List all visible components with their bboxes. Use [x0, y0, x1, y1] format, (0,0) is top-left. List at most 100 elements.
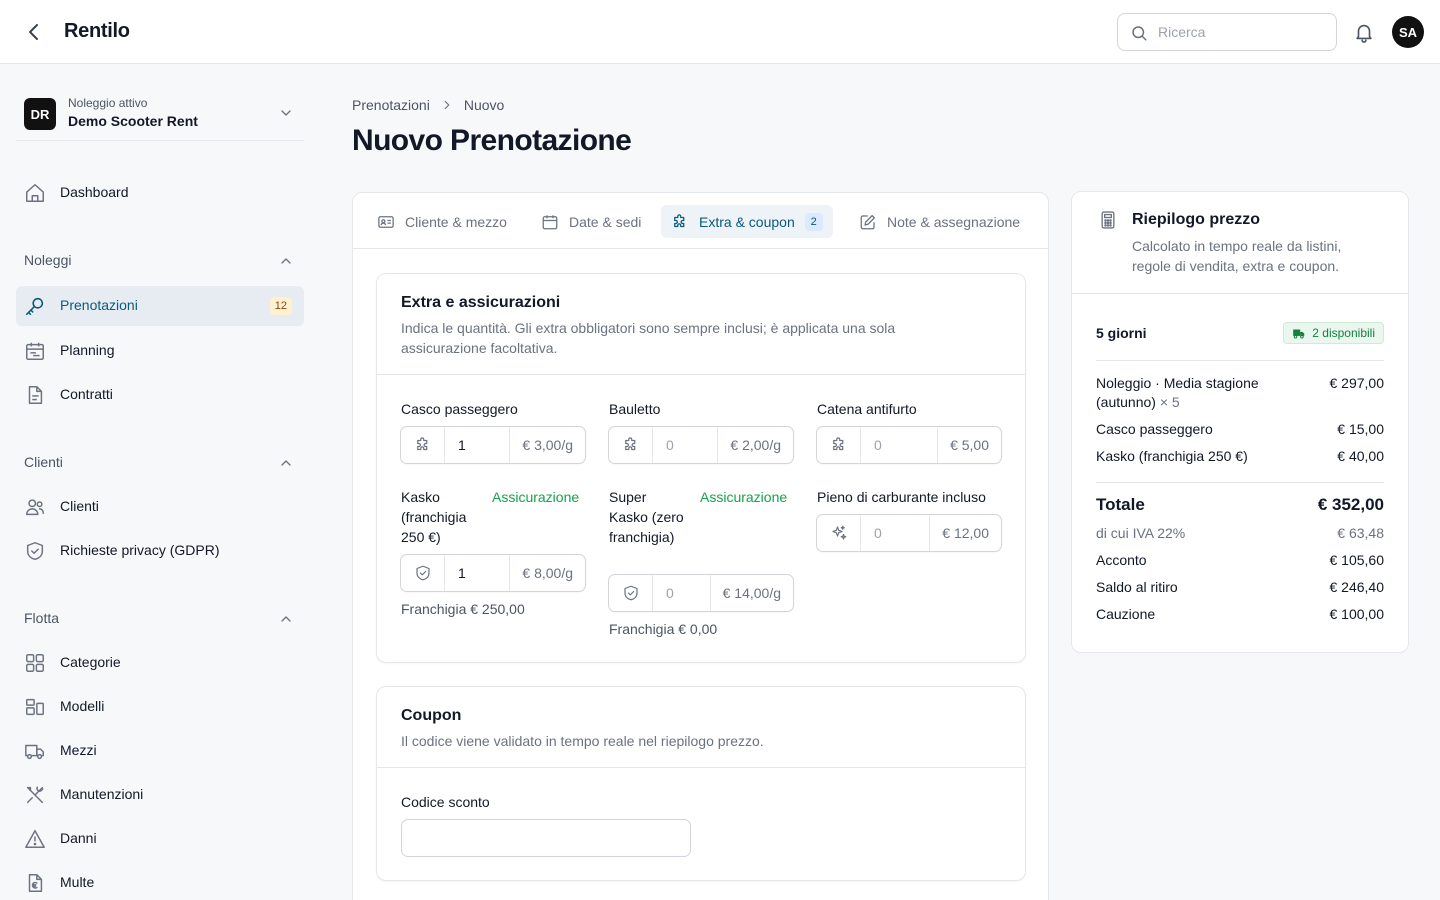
extra-quantity-kasko: € 8,00/g	[400, 554, 586, 592]
extra-label: Pieno di carburante incluso	[817, 489, 986, 505]
key-icon	[24, 295, 46, 317]
count-badge: 12	[269, 297, 292, 315]
tab-label: Cliente & mezzo	[405, 213, 507, 230]
extras-card-header: Extra e assicurazioni Indica le quantità…	[377, 274, 1025, 375]
sidebar-item-privacy[interactable]: Richieste privacy (GDPR)	[16, 531, 304, 571]
summary-description: Calcolato in tempo reale da listini, reg…	[1132, 238, 1342, 274]
deposit-label: Acconto	[1096, 552, 1147, 568]
sidebar-item-clienti[interactable]: Clienti	[16, 487, 304, 527]
back-arrow-icon[interactable]	[22, 20, 46, 44]
calendar-chart-icon	[24, 340, 46, 362]
line-multiplier: × 5	[1159, 394, 1180, 410]
tab-note-assegnazione[interactable]: Note & assegnazione	[849, 205, 1030, 238]
sidebar-item-prenotazioni[interactable]: Prenotazioni 12	[16, 286, 304, 326]
sidebar-item-categorie[interactable]: Categorie	[16, 643, 304, 683]
extra-price: € 5,00	[937, 427, 1001, 463]
breadcrumb-current: Nuovo	[463, 97, 505, 113]
rental-days: 5 giorni	[1096, 325, 1147, 341]
shield-icon	[609, 575, 653, 611]
quantity-input[interactable]	[446, 555, 502, 591]
sidebar-item-multe[interactable]: Multe	[16, 863, 304, 900]
quantity-input[interactable]	[654, 575, 704, 611]
extras-description: Indica le quantità. Gli extra obbligator…	[401, 320, 896, 356]
tenant-switcher[interactable]: DR Noleggio attivo Demo Scooter Rent	[16, 77, 304, 141]
notifications-bell-icon[interactable]	[1353, 21, 1375, 43]
price-summary-card: Riepilogo prezzo Calcolato in tempo real…	[1071, 191, 1409, 653]
summary-title: Riepilogo prezzo	[1132, 211, 1260, 228]
sidebar-item-planning[interactable]: Planning	[16, 331, 304, 371]
extra-quantity-bauletto: € 2,00/g	[608, 426, 794, 464]
sidebar-group-clienti[interactable]: Clienti	[24, 453, 296, 473]
sidebar-item-dashboard[interactable]: Dashboard	[16, 173, 304, 213]
sidebar-item-modelli[interactable]: Modelli	[16, 687, 304, 727]
quantity-input[interactable]	[446, 427, 502, 463]
puzzle-icon	[401, 427, 445, 463]
line-value: € 15,00	[1337, 421, 1384, 437]
sidebar-item-label: Danni	[60, 830, 97, 846]
extra-price: € 8,00/g	[509, 555, 585, 591]
summary-header: Riepilogo prezzo Calcolato in tempo real…	[1072, 192, 1408, 294]
vat-value: € 63,48	[1337, 525, 1384, 541]
coupon-title: Coupon	[401, 707, 462, 724]
sidebar-item-label: Mezzi	[60, 742, 97, 758]
sidebar-item-label: Richieste privacy (GDPR)	[60, 542, 220, 558]
quantity-input[interactable]	[862, 515, 928, 551]
tenant-name: Demo Scooter Rent	[68, 113, 198, 129]
insurance-tag: Assicurazione	[492, 489, 580, 505]
sidebar-item-mezzi[interactable]: Mezzi	[16, 731, 304, 771]
sidebar-item-label: Categorie	[60, 654, 121, 670]
tab-date-sedi[interactable]: Date & sedi	[531, 205, 651, 238]
quantity-input[interactable]	[654, 427, 710, 463]
sidebar-item-label: Planning	[60, 342, 115, 358]
search-icon	[1130, 24, 1148, 42]
extra-quantity-casco: € 3,00/g	[400, 426, 586, 464]
security-value: € 100,00	[1329, 606, 1385, 622]
truck-icon	[24, 740, 46, 762]
line-value: € 40,00	[1337, 448, 1384, 464]
tab-cliente-mezzo[interactable]: Cliente & mezzo	[367, 205, 517, 238]
extra-price: € 12,00	[929, 515, 1001, 551]
breadcrumb-link-prenotazioni[interactable]: Prenotazioni	[352, 97, 430, 113]
coupon-code-input[interactable]	[401, 819, 691, 857]
breadcrumb: Prenotazioni Nuovo	[352, 97, 504, 113]
euro-document-icon	[24, 872, 46, 894]
extra-label: Bauletto	[609, 401, 661, 417]
deductible-note: Franchigia € 0,00	[609, 621, 718, 637]
chevron-up-icon	[278, 455, 294, 471]
sidebar-item-label: Prenotazioni	[60, 297, 138, 313]
line-label: Noleggio · Media stagione (autunno) × 5	[1096, 374, 1296, 412]
tab-label: Extra & coupon	[699, 213, 795, 230]
extra-label: Super Kasko (zero franchigia)	[609, 489, 684, 545]
sidebar-item-danni[interactable]: Danni	[16, 819, 304, 859]
sidebar-item-label: Clienti	[60, 498, 99, 514]
layout-icon	[24, 696, 46, 718]
quantity-input[interactable]	[862, 427, 934, 463]
divider	[1096, 482, 1384, 483]
chevron-up-icon	[278, 253, 294, 269]
users-icon	[24, 496, 46, 518]
sidebar-item-manutenzioni[interactable]: Manutenzioni	[16, 775, 304, 815]
app-name[interactable]: Rentilo	[64, 20, 130, 43]
calendar-icon	[541, 213, 559, 231]
sidebar-group-noleggi[interactable]: Noleggi	[24, 251, 296, 271]
extras-card: Extra e assicurazioni Indica le quantità…	[376, 273, 1026, 663]
tab-label: Note & assegnazione	[887, 213, 1021, 230]
sidebar-group-flotta[interactable]: Flotta	[24, 609, 296, 629]
search-box[interactable]	[1117, 13, 1337, 51]
vat-label: di cui IVA 22%	[1096, 525, 1186, 541]
total-label: Totale	[1096, 495, 1145, 514]
coupon-field-label: Codice sconto	[401, 794, 490, 810]
tab-extra-coupon[interactable]: Extra & coupon 2	[661, 205, 833, 238]
step-tabs: Cliente & mezzo Date & sedi Extra & coup…	[353, 193, 1048, 249]
search-input[interactable]	[1158, 22, 1328, 42]
sidebar-item-contratti[interactable]: Contratti	[16, 375, 304, 415]
page-title: Nuovo Prenotazione	[352, 124, 632, 157]
extra-price: € 3,00/g	[509, 427, 585, 463]
user-avatar[interactable]: SA	[1392, 16, 1424, 48]
coupon-description: Il codice viene validato in tempo reale …	[401, 733, 764, 749]
puzzle-icon	[609, 427, 653, 463]
total-value: € 352,00	[1317, 495, 1384, 514]
extra-quantity-catena: € 5,00	[816, 426, 1002, 464]
tab-count-badge: 2	[804, 212, 823, 231]
sidebar: DR Noleggio attivo Demo Scooter Rent Das…	[0, 65, 320, 900]
